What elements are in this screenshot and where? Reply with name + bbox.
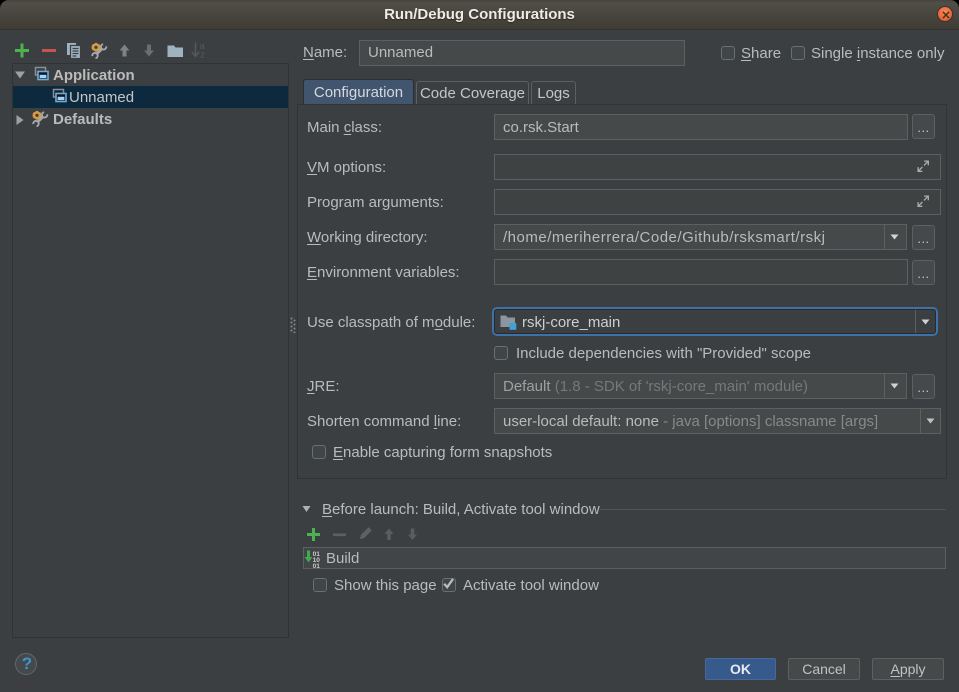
- svg-text:01: 01: [313, 563, 321, 568]
- svg-text:z: z: [200, 50, 205, 60]
